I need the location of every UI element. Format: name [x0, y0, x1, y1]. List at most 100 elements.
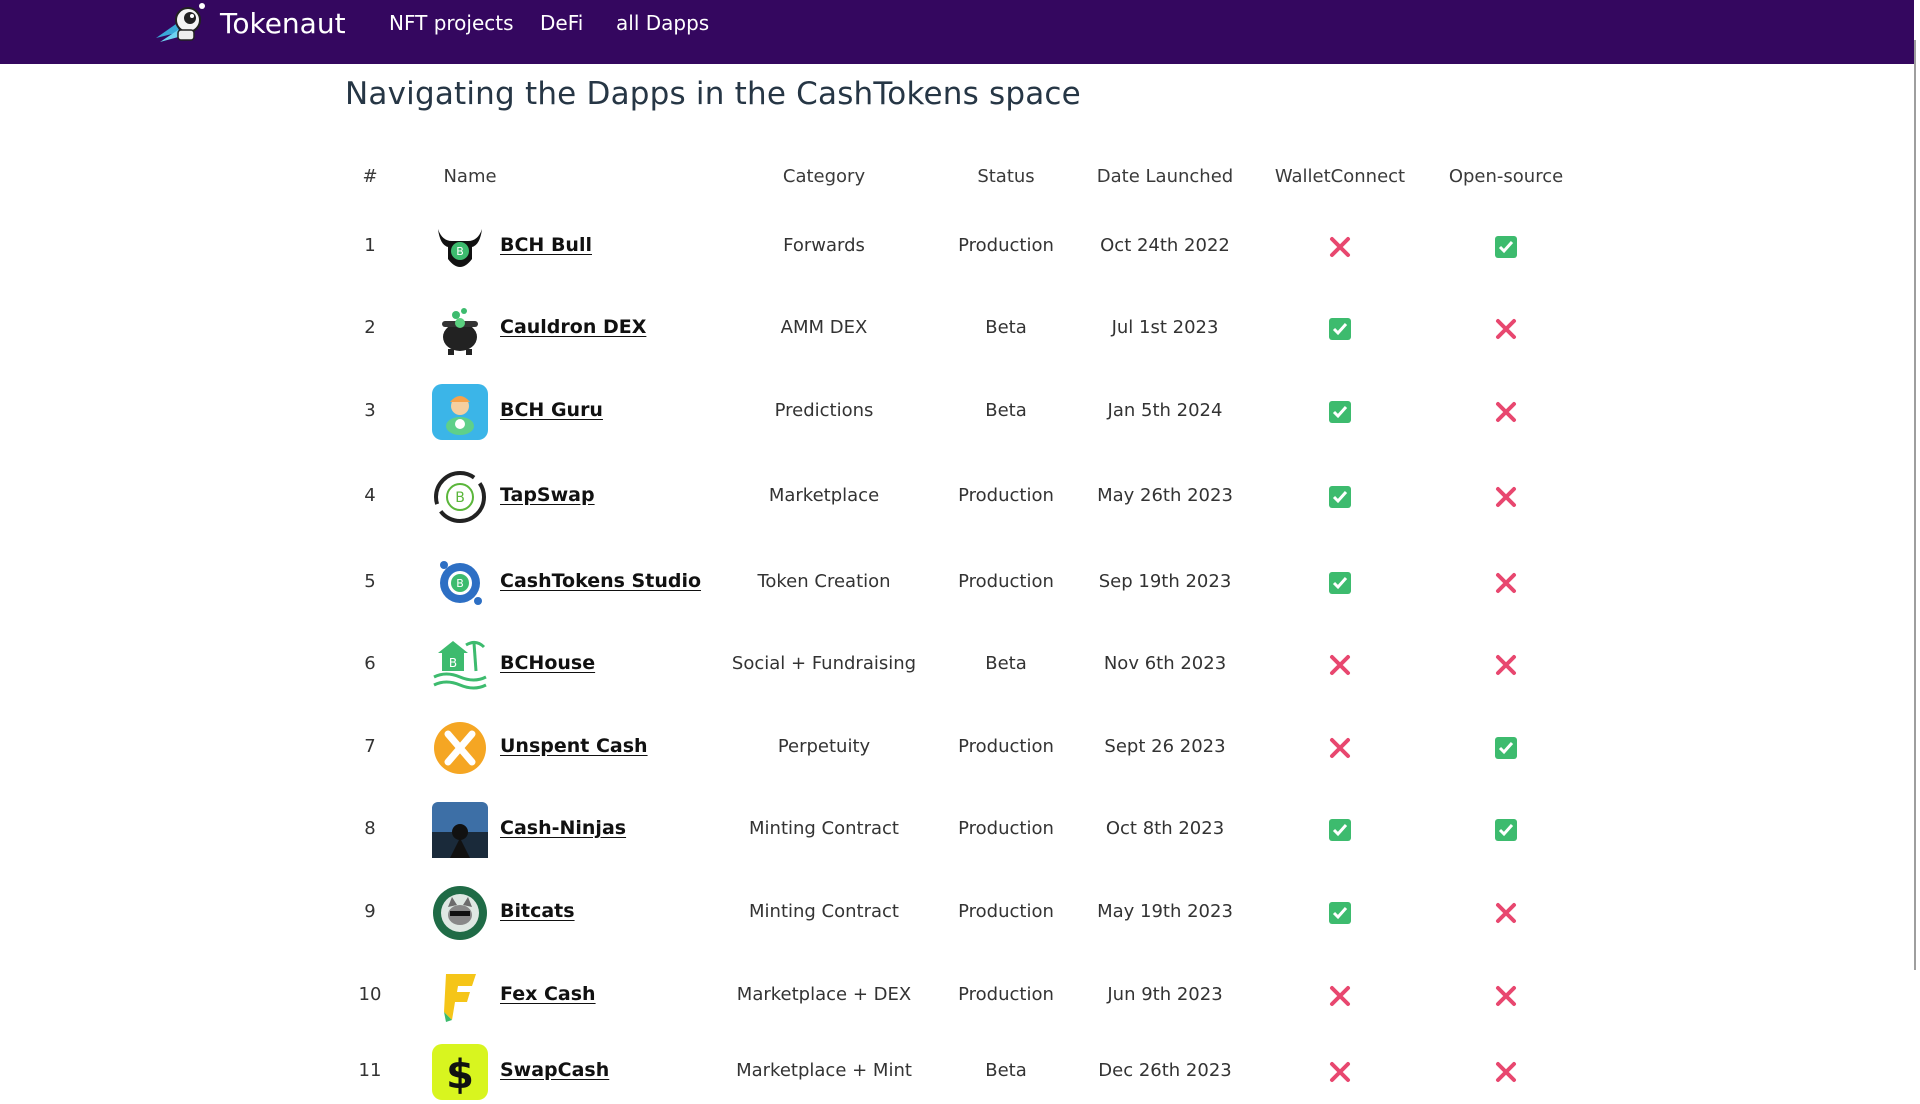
svg-text:B: B — [455, 490, 465, 506]
svg-text:B: B — [456, 577, 464, 590]
guru-logo-icon — [432, 384, 488, 440]
row-number: 2 — [364, 317, 376, 338]
page-title: Navigating the Dapps in the CashTokens s… — [345, 76, 1081, 112]
row-category: Minting Contract — [749, 818, 899, 839]
nav-link-all-dapps[interactable]: all Dapps — [616, 11, 709, 35]
scrollbar-thumb[interactable] — [1914, 40, 1916, 970]
column-header-number: # — [362, 166, 378, 187]
dapp-name-link[interactable]: Fex Cash — [500, 983, 596, 1005]
row-category: Marketplace + DEX — [736, 984, 912, 1005]
top-navbar: Tokenaut NFT projects DeFi all Dapps — [0, 0, 1914, 64]
dapp-name-link[interactable]: Unspent Cash — [500, 735, 648, 757]
row-status: Production — [958, 571, 1054, 592]
nav-link-defi[interactable]: DeFi — [540, 11, 583, 35]
walletconnect-cross-icon — [1329, 236, 1351, 258]
row-date-launched: Dec 26th 2023 — [1098, 1060, 1232, 1081]
row-category: Perpetuity — [777, 736, 871, 757]
brand-name: Tokenaut — [220, 6, 346, 40]
walletconnect-check-icon — [1329, 486, 1351, 508]
row-number: 9 — [364, 901, 376, 922]
row-date-launched: Sep 19th 2023 — [1098, 571, 1232, 592]
row-date-launched: Oct 8th 2023 — [1105, 818, 1225, 839]
row-date-launched: Jun 9th 2023 — [1107, 984, 1223, 1005]
dapp-name-link[interactable]: TapSwap — [500, 484, 595, 506]
row-category: Marketplace — [768, 485, 880, 506]
row-date-launched: May 26th 2023 — [1097, 485, 1233, 506]
row-date-launched: Oct 24th 2022 — [1100, 235, 1230, 256]
walletconnect-cross-icon — [1329, 737, 1351, 759]
ninjas-logo-icon — [432, 802, 488, 858]
row-number: 4 — [364, 485, 376, 506]
row-status: Production — [958, 235, 1054, 256]
open-source-cross-icon — [1495, 902, 1517, 924]
row-number: 1 — [364, 235, 376, 256]
column-header-name: Name — [443, 166, 497, 187]
row-status: Beta — [985, 653, 1027, 674]
svg-text:B: B — [449, 656, 457, 670]
row-status: Beta — [985, 400, 1027, 421]
row-category: AMM DEX — [780, 317, 868, 338]
row-date-launched: Jan 5th 2024 — [1107, 400, 1223, 421]
column-header-status: Status — [977, 166, 1035, 187]
row-category: Social + Fundraising — [731, 653, 917, 674]
row-number: 11 — [358, 1060, 382, 1081]
column-header-open-source: Open-source — [1448, 166, 1564, 187]
column-header-date-launched: Date Launched — [1096, 166, 1234, 187]
row-number: 8 — [364, 818, 376, 839]
dapp-name-link[interactable]: CashTokens Studio — [500, 570, 701, 592]
open-source-cross-icon — [1495, 486, 1517, 508]
brand-link[interactable]: Tokenaut — [150, 0, 346, 46]
row-number: 6 — [364, 653, 376, 674]
row-status: Beta — [985, 1060, 1027, 1081]
row-date-launched: Nov 6th 2023 — [1103, 653, 1227, 674]
bitcats-logo-icon — [432, 885, 488, 941]
dapp-name-link[interactable]: BCH Bull — [500, 234, 592, 256]
open-source-cross-icon — [1495, 572, 1517, 594]
row-category: Predictions — [774, 400, 874, 421]
row-category: Forwards — [783, 235, 865, 256]
dapp-name-link[interactable]: Cauldron DEX — [500, 316, 646, 338]
row-number: 3 — [364, 400, 376, 421]
row-status: Production — [958, 485, 1054, 506]
row-number: 7 — [364, 736, 376, 757]
astronaut-logo-icon — [156, 3, 205, 42]
dapp-name-link[interactable]: Bitcats — [500, 900, 575, 922]
row-status: Beta — [985, 317, 1027, 338]
row-status: Production — [958, 818, 1054, 839]
row-date-launched: May 19th 2023 — [1097, 901, 1233, 922]
walletconnect-check-icon — [1329, 902, 1351, 924]
fexcash-logo-icon — [432, 968, 488, 1024]
row-category: Token Creation — [757, 571, 891, 592]
row-number: 10 — [358, 984, 382, 1005]
row-date-launched: Sept 26 2023 — [1104, 736, 1226, 757]
studio-logo-icon: B — [432, 555, 488, 611]
open-source-cross-icon — [1495, 654, 1517, 676]
dapp-name-link[interactable]: Cash-Ninjas — [500, 817, 626, 839]
open-source-cross-icon — [1495, 985, 1517, 1007]
swapcash-logo-icon: $ — [432, 1044, 488, 1100]
svg-text:B: B — [456, 245, 464, 258]
column-header-walletconnect: WalletConnect — [1274, 166, 1406, 187]
dapp-name-link[interactable]: BCH Guru — [500, 399, 603, 421]
open-source-check-icon — [1495, 819, 1517, 841]
column-header-category: Category — [782, 166, 866, 187]
open-source-check-icon — [1495, 737, 1517, 759]
tapswap-logo-icon: B — [432, 469, 488, 525]
bchouse-logo-icon: B — [432, 637, 488, 693]
row-status: Production — [958, 736, 1054, 757]
row-number: 5 — [364, 571, 376, 592]
row-status: Production — [958, 984, 1054, 1005]
walletconnect-check-icon — [1329, 318, 1351, 340]
walletconnect-check-icon — [1329, 819, 1351, 841]
dapp-name-link[interactable]: BCHouse — [500, 652, 595, 674]
walletconnect-cross-icon — [1329, 985, 1351, 1007]
dapp-name-link[interactable]: SwapCash — [500, 1059, 609, 1081]
row-category: Marketplace + Mint — [736, 1060, 912, 1081]
walletconnect-check-icon — [1329, 572, 1351, 594]
row-category: Minting Contract — [749, 901, 899, 922]
nav-link-nft-projects[interactable]: NFT projects — [389, 11, 514, 35]
page-scrollbar[interactable] — [1914, 0, 1920, 1080]
row-date-launched: Jul 1st 2023 — [1111, 317, 1219, 338]
open-source-cross-icon — [1495, 318, 1517, 340]
cauldron-logo-icon — [432, 301, 488, 357]
